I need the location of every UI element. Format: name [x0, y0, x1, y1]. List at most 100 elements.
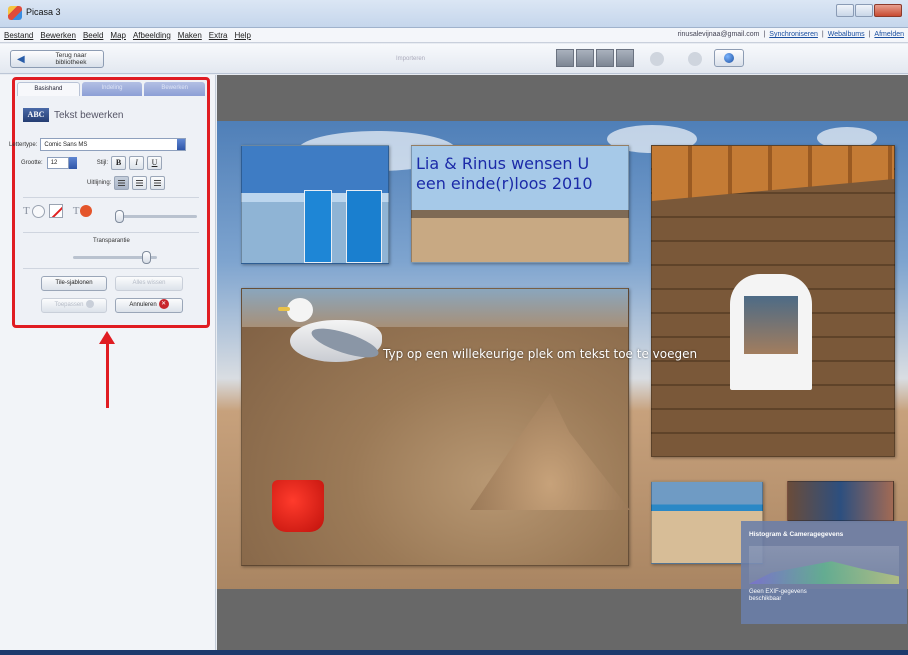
menu-map[interactable]: Map	[110, 31, 126, 40]
menu-help[interactable]: Help	[234, 31, 250, 40]
view-mode-button-1[interactable]	[556, 49, 574, 67]
close-button[interactable]	[874, 4, 902, 17]
add-text-prompt[interactable]: Typ op een willekeurige plek om tekst to…	[383, 347, 697, 361]
title-bar: Picasa 3	[0, 0, 908, 28]
menu-extra[interactable]: Extra	[209, 31, 228, 40]
view-mode-buttons	[556, 49, 634, 67]
separator: |	[821, 31, 824, 38]
histogram-panel: Histogram & Cameragegevens Geen EXIF-geg…	[741, 521, 907, 624]
transparency-slider[interactable]	[73, 251, 157, 264]
style-label: Stijl:	[96, 160, 109, 166]
tab-layout[interactable]: Indeling	[81, 82, 143, 96]
size-label: Grootte:	[21, 160, 43, 166]
signout-link[interactable]: Afmelden	[874, 31, 904, 38]
window-controls	[836, 4, 902, 17]
photo-mirror-wall[interactable]	[651, 145, 895, 457]
exif-note: Geen EXIF-gegevens beschikbaar	[749, 589, 807, 602]
menu-items: Bestand Bewerken Beeld Map Afbeelding Ma…	[4, 31, 251, 40]
divider	[23, 232, 199, 233]
menu-afbeelding[interactable]: Afbeelding	[133, 31, 171, 40]
globe-icon[interactable]	[714, 49, 744, 67]
panel-tabs: Basishand Indeling Bewerken	[17, 82, 206, 96]
minimize-button[interactable]	[836, 4, 854, 17]
clear-all-button[interactable]: Alles wissen	[115, 276, 183, 291]
red-bucket	[272, 480, 324, 532]
tile-templates-button[interactable]: Tile-sjablonen	[41, 276, 107, 291]
histogram-graph	[749, 546, 899, 584]
size-value: 12	[50, 160, 58, 166]
view-mode-button-4[interactable]	[616, 49, 634, 67]
align-right-button[interactable]	[150, 176, 166, 190]
underline-button[interactable]: U	[147, 156, 163, 170]
rotate-right-icon[interactable]	[688, 52, 702, 66]
fill-color-t-icon: T	[72, 205, 80, 217]
sync-link[interactable]: Synchroniseren	[769, 31, 818, 38]
status-bar	[0, 650, 908, 655]
text-edit-header: ABC Tekst bewerken	[23, 108, 123, 122]
color-row: T T	[23, 204, 93, 218]
collage-title-text[interactable]: Lia & Rinus wensen Ueen einde(r)loos 201…	[416, 154, 593, 194]
outline-color-swatch[interactable]	[31, 204, 45, 218]
menu-bar: Bestand Bewerken Beeld Map Afbeelding Ma…	[0, 28, 908, 43]
photo-family[interactable]	[787, 481, 894, 521]
photo-beach-huts[interactable]	[241, 145, 389, 264]
size-select[interactable]: 12	[46, 157, 77, 169]
color-slider-knob[interactable]	[115, 210, 124, 223]
separator: |	[868, 31, 871, 38]
text-color-t-icon: T	[23, 205, 30, 217]
menu-maken[interactable]: Maken	[178, 31, 202, 40]
cancel-x-icon: ✕	[158, 299, 169, 310]
size-style-row: Grootte: 12 Stijl: B I U	[21, 156, 163, 170]
align-label: Uitlijning:	[87, 180, 112, 186]
cancel-label: Annuleren	[129, 302, 157, 308]
apply-button[interactable]: Toepassen	[41, 298, 107, 313]
account-area: rinusalevijnaa@gmail.com | Synchronisere…	[678, 31, 904, 38]
seagull-head	[287, 298, 313, 322]
bold-button[interactable]: B	[111, 156, 127, 170]
back-to-library-button[interactable]: ◀ Terug naar bibliotheek	[10, 50, 104, 68]
align-left-button[interactable]	[114, 176, 130, 190]
font-value: Comic Sans MS	[44, 142, 88, 148]
transparency-label: Transparantie	[93, 238, 130, 244]
no-fill-icon[interactable]	[48, 204, 63, 218]
text-edit-panel: Basishand Indeling Bewerken ABC Tekst be…	[9, 77, 210, 328]
apply-label: Toepassen	[54, 302, 84, 308]
picasa-app-icon	[8, 6, 22, 20]
tab-basic[interactable]: Basishand	[17, 82, 80, 96]
divider	[23, 197, 199, 198]
tab-edit[interactable]: Bewerken	[144, 82, 206, 96]
italic-button[interactable]: I	[129, 156, 145, 170]
red-color-dot-icon[interactable]	[80, 205, 93, 217]
text-edit-title: Tekst bewerken	[54, 109, 124, 121]
view-mode-button-2[interactable]	[576, 49, 594, 67]
transparency-slider-knob[interactable]	[142, 251, 151, 264]
chevron-down-icon[interactable]	[68, 157, 77, 169]
red-annotation-arrow	[106, 342, 109, 408]
font-row: Lettertype: Comic Sans MS	[9, 138, 187, 151]
back-arrow-icon: ◀	[17, 54, 25, 65]
color-slider[interactable]	[115, 210, 197, 223]
photo-title-beach[interactable]: Lia & Rinus wensen Ueen einde(r)loos 201…	[411, 145, 629, 263]
align-row: Uitlijning:	[87, 176, 166, 190]
import-button[interactable]: Importeren	[390, 52, 460, 68]
view-mode-button-3[interactable]	[596, 49, 614, 67]
toolbar: ◀ Terug naar bibliotheek Importeren	[0, 44, 908, 74]
menu-bestand[interactable]: Bestand	[4, 31, 33, 40]
webalbums-link[interactable]: Webalbums	[828, 31, 865, 38]
menu-beeld[interactable]: Beeld	[83, 31, 103, 40]
account-email: rinusalevijnaa@gmail.com	[677, 31, 760, 38]
rotate-left-icon[interactable]	[650, 52, 664, 66]
cancel-button[interactable]: Annuleren ✕	[115, 298, 183, 313]
separator: |	[763, 31, 766, 38]
histogram-title: Histogram & Cameragegevens	[749, 531, 844, 538]
seagull-beak	[278, 307, 290, 311]
window-title: Picasa 3	[26, 7, 61, 17]
apply-icon	[85, 300, 94, 309]
menu-bewerken[interactable]: Bewerken	[40, 31, 76, 40]
maximize-button[interactable]	[855, 4, 873, 17]
chevron-down-icon[interactable]	[177, 139, 186, 150]
align-center-button[interactable]	[132, 176, 148, 190]
divider	[23, 268, 199, 269]
font-select[interactable]: Comic Sans MS	[40, 138, 187, 151]
back-button-label: Terug naar bibliotheek	[55, 52, 87, 66]
